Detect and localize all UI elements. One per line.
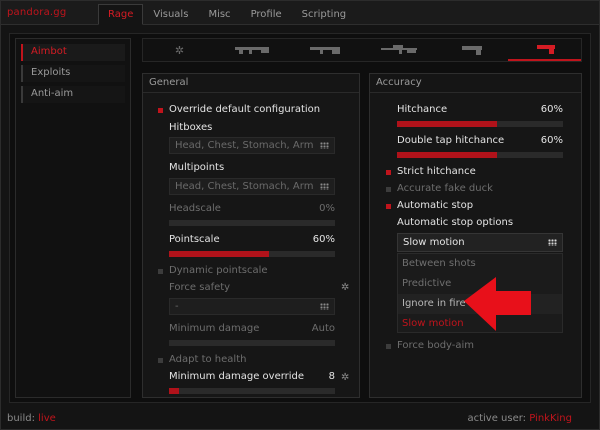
active-user-label: active user: [467,413,527,424]
build-status: build: live [7,413,56,424]
active-user: active user: PinkKing [467,413,572,424]
footer: build: live active user: PinkKing [1,409,599,429]
active-user-value: PinkKing [529,413,572,424]
app-window: pandora.gg Rage Visuals Misc Profile Scr… [0,0,600,430]
build-label: build: [7,413,35,424]
annotation-arrow-icon [464,277,531,331]
build-value: live [38,413,56,424]
